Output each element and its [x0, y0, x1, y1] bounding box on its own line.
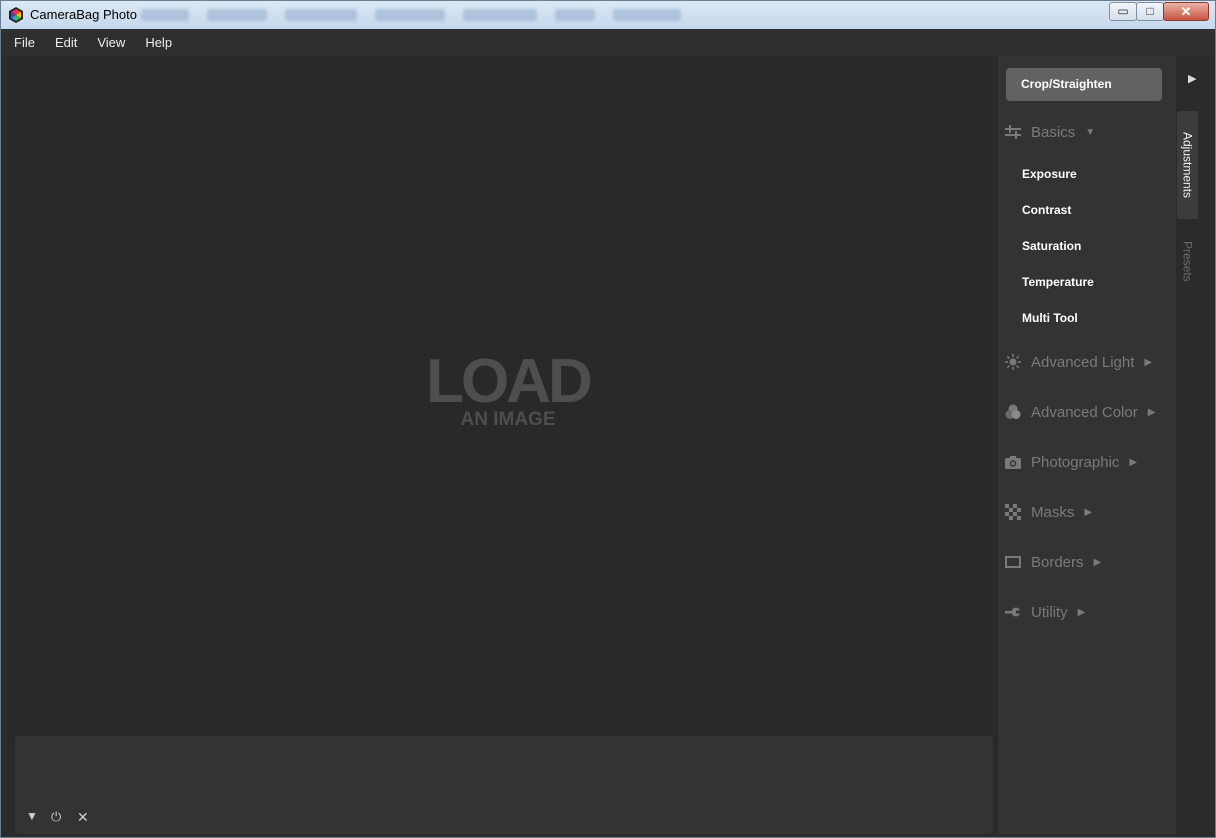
color-circles-icon: [1005, 404, 1021, 419]
frame-icon: [1005, 556, 1021, 568]
title-bar: CameraBag Photo ▭ □ ✕: [1, 1, 1215, 29]
section-advanced-light[interactable]: Advanced Light ▶: [1005, 351, 1152, 373]
window-title: CameraBag Photo: [30, 7, 137, 22]
tab-presets[interactable]: Presets: [1177, 236, 1198, 286]
load-placeholder-big: LOAD: [426, 347, 593, 416]
chevron-right-icon: ▶: [1147, 406, 1156, 418]
basics-item-contrast[interactable]: Contrast: [1022, 203, 1071, 217]
section-label-photographic: Photographic: [1031, 453, 1120, 471]
menu-file[interactable]: File: [13, 33, 36, 52]
menu-bar: File Edit View Help: [1, 29, 1215, 56]
sun-icon: [1005, 354, 1021, 370]
section-borders[interactable]: Borders ▶: [1005, 551, 1101, 573]
section-utility[interactable]: Utility ▶: [1005, 601, 1085, 623]
camera-icon: [1005, 456, 1021, 469]
basics-item-exposure[interactable]: Exposure: [1022, 167, 1077, 181]
load-image-placeholder[interactable]: LOAD AN IMAGE: [418, 351, 598, 430]
window-controls: ▭ □ ✕: [1109, 2, 1209, 21]
section-label-utility: Utility: [1031, 603, 1068, 621]
close-button[interactable]: ✕: [1163, 2, 1209, 21]
basics-item-multi-tool[interactable]: Multi Tool: [1022, 311, 1078, 325]
tab-adjustments[interactable]: Adjustments: [1177, 111, 1198, 219]
menu-view[interactable]: View: [96, 33, 126, 52]
sliders-icon: [1005, 125, 1021, 139]
clear-icon[interactable]: ✕: [77, 809, 89, 826]
minimize-button[interactable]: ▭: [1109, 2, 1137, 21]
image-canvas[interactable]: LOAD AN IMAGE ▼ ⏻ ✕: [8, 56, 998, 834]
menu-edit[interactable]: Edit: [54, 33, 78, 52]
power-icon[interactable]: ⏻: [51, 809, 61, 825]
checker-icon: [1005, 504, 1021, 520]
basics-item-saturation[interactable]: Saturation: [1022, 239, 1081, 253]
background-taskbar-blur: [141, 9, 681, 22]
section-label-basics: Basics: [1031, 123, 1076, 141]
wrench-icon: [1005, 607, 1021, 617]
app-window: CameraBag Photo ▭ □ ✕ File Edit View Hel…: [0, 0, 1216, 838]
collapse-icon[interactable]: ▼: [26, 809, 38, 823]
section-advanced-color[interactable]: Advanced Color ▶: [1005, 401, 1155, 423]
section-basics[interactable]: Basics ▼: [1005, 121, 1095, 143]
chevron-right-icon: ▶: [1093, 556, 1102, 568]
adjustments-panel: Crop/Straighten Basics ▼ Exposure Contra…: [998, 56, 1176, 834]
chevron-right-icon: ▶: [1144, 356, 1153, 368]
chevron-right-icon: ▶: [1077, 606, 1086, 618]
section-masks[interactable]: Masks ▶: [1005, 501, 1092, 523]
chevron-right-icon: ▶: [1084, 506, 1093, 518]
basics-item-temperature[interactable]: Temperature: [1022, 275, 1094, 289]
side-tab-strip: ▶ Adjustments Presets: [1176, 56, 1215, 834]
section-label-masks: Masks: [1031, 503, 1075, 521]
section-photographic[interactable]: Photographic ▶: [1005, 451, 1137, 473]
section-label-advanced-light: Advanced Light: [1031, 353, 1135, 371]
crop-straighten-button[interactable]: Crop/Straighten: [1006, 68, 1162, 101]
menu-help[interactable]: Help: [144, 33, 173, 52]
chevron-right-icon: ▶: [1129, 456, 1138, 468]
history-strip: ▼ ⏻ ✕: [15, 736, 993, 834]
maximize-button[interactable]: □: [1136, 2, 1164, 21]
chevron-down-icon: ▼: [1085, 126, 1096, 138]
camerabag-logo-icon: [9, 7, 23, 23]
expand-panel-icon[interactable]: ▶: [1188, 72, 1196, 85]
section-label-advanced-color: Advanced Color: [1031, 403, 1138, 421]
section-label-borders: Borders: [1031, 553, 1084, 571]
